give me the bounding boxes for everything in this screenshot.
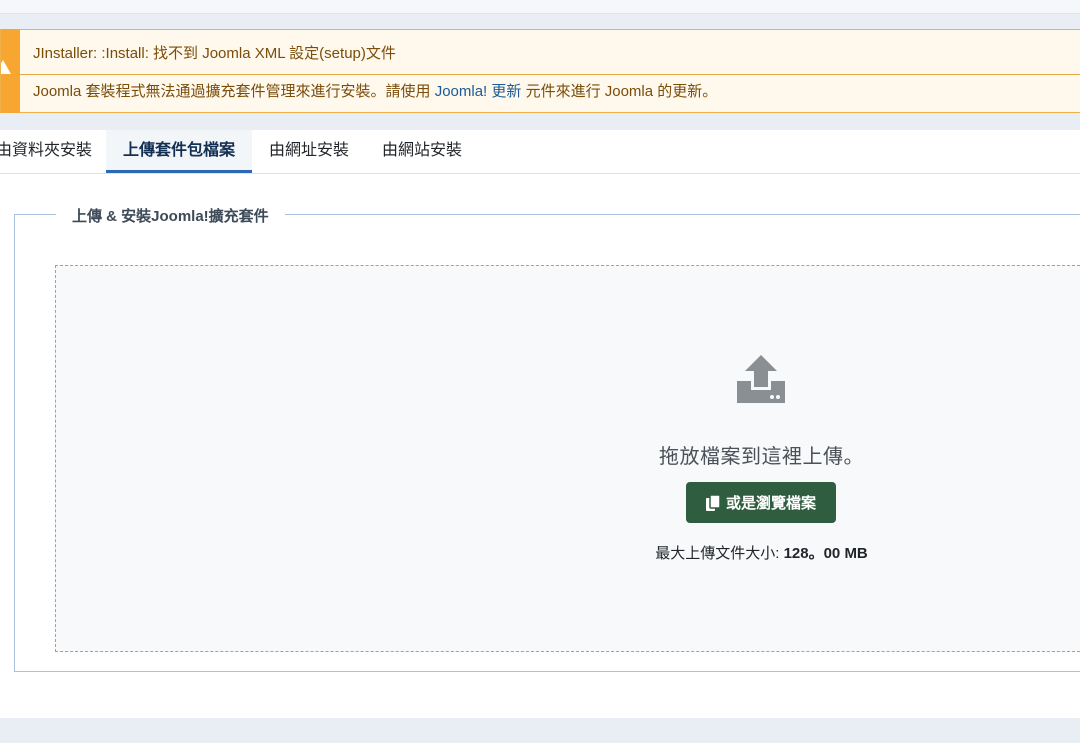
- browse-files-button[interactable]: 或是瀏覽檔案: [686, 482, 836, 523]
- tab-install-from-url[interactable]: 由網址安裝: [269, 130, 349, 173]
- tab-install-from-folder[interactable]: 由資料夾安裝: [0, 130, 106, 173]
- alert-stripe: [1, 29, 20, 113]
- max-size-label: 最大上傳文件大小:: [655, 545, 784, 562]
- copy-icon: [705, 494, 720, 511]
- tab-upload-package[interactable]: 上傳套件包檔案: [106, 130, 252, 173]
- joomla-update-link[interactable]: Joomla! 更新: [435, 83, 522, 100]
- install-tabs: 由資料夾安裝 上傳套件包檔案 由網址安裝 由網站安裝: [0, 130, 1080, 174]
- alert-message-before: Joomla 套裝程式無法通過擴充套件管理來進行安裝。請使用: [33, 83, 435, 100]
- top-bar: [0, 0, 1080, 14]
- installer-panel: 由資料夾安裝 上傳套件包檔案 由網址安裝 由網站安裝 上傳 & 安裝Joomla…: [0, 130, 1080, 718]
- browse-files-label: 或是瀏覽檔案: [725, 495, 816, 512]
- upload-legend: 上傳 & 安裝Joomla!擴充套件: [56, 205, 285, 226]
- upload-icon: [737, 355, 785, 403]
- alert-message-after: 元件來進行 Joomla 的更新。: [521, 83, 718, 100]
- tab-install-from-web[interactable]: 由網站安裝: [382, 130, 462, 173]
- alert-title: JInstaller: :Install: 找不到 Joomla XML 設定(…: [33, 45, 396, 62]
- drop-instructions: 拖放檔案到這裡上傳。: [659, 446, 864, 468]
- upload-fieldset: 上傳 & 安裝Joomla!擴充套件 拖放檔案到這裡上傳。 或是瀏覽檔案 最大上…: [14, 205, 1080, 672]
- drop-zone[interactable]: 拖放檔案到這裡上傳。 或是瀏覽檔案 最大上傳文件大小: 128。00 MB: [55, 265, 1080, 652]
- max-size-value: 128。00 MB: [783, 545, 868, 562]
- warning-icon: [1, 60, 11, 74]
- max-upload-size: 最大上傳文件大小: 128。00 MB: [56, 542, 1080, 563]
- alert-divider: [20, 74, 1080, 75]
- warning-alert: JInstaller: :Install: 找不到 Joomla XML 設定(…: [0, 29, 1080, 113]
- alert-message: Joomla 套裝程式無法通過擴充套件管理來進行安裝。請使用 Joomla! 更…: [33, 80, 717, 101]
